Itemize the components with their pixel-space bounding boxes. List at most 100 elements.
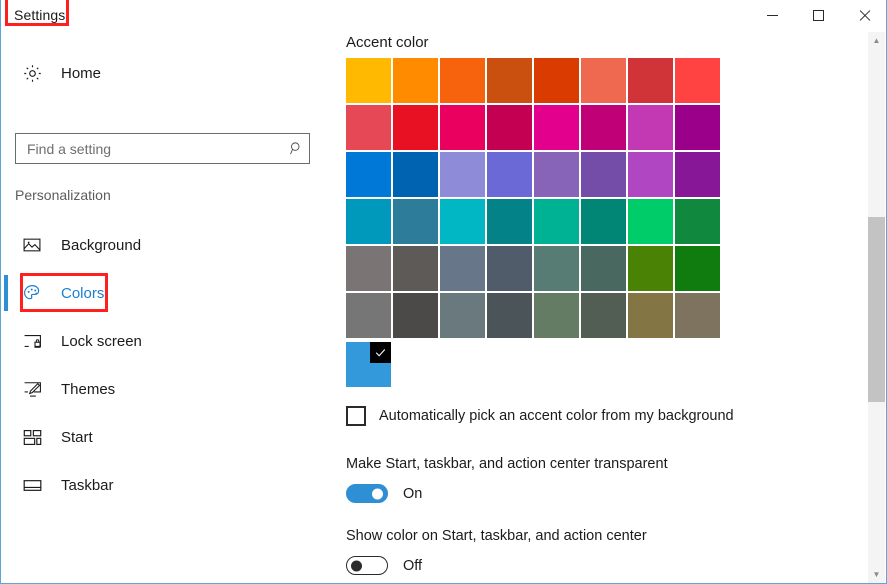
accent-swatch-r5-c4[interactable] xyxy=(487,246,532,291)
accent-swatch-r3-c8[interactable] xyxy=(675,152,720,197)
lock-screen-icon xyxy=(15,331,49,351)
accent-swatch-r3-c6[interactable] xyxy=(581,152,626,197)
accent-swatch-r4-c6[interactable] xyxy=(581,199,626,244)
accent-color-heading: Accent color xyxy=(346,34,429,51)
image-icon xyxy=(15,235,49,255)
accent-swatch-r2-c8[interactable] xyxy=(675,105,720,150)
accent-swatch-r4-c3[interactable] xyxy=(440,199,485,244)
accent-swatch-r4-c7[interactable] xyxy=(628,199,673,244)
accent-swatch-r5-c8[interactable] xyxy=(675,246,720,291)
show-color-toggle-knob xyxy=(351,560,362,571)
show-color-toggle-row: Off xyxy=(346,556,647,575)
accent-swatch-r2-c1[interactable] xyxy=(346,105,391,150)
taskbar-icon xyxy=(15,477,49,494)
minimize-button[interactable] xyxy=(749,0,795,31)
sidebar-section-label: Personalization xyxy=(15,187,111,203)
current-accent-color-swatch[interactable] xyxy=(346,342,391,387)
accent-swatch-r6-c2[interactable] xyxy=(393,293,438,338)
accent-swatch-r3-c4[interactable] xyxy=(487,152,532,197)
scrollbar-thumb[interactable] xyxy=(868,217,885,402)
accent-color-swatch-grid xyxy=(346,58,720,338)
settings-window: Settings Home Find a setting Personaliza… xyxy=(0,0,887,584)
close-icon xyxy=(858,9,871,22)
accent-swatch-r5-c1[interactable] xyxy=(346,246,391,291)
accent-swatch-r6-c3[interactable] xyxy=(440,293,485,338)
accent-swatch-r1-c6[interactable] xyxy=(581,58,626,103)
show-color-setting: Show color on Start, taskbar, and action… xyxy=(346,528,647,575)
main-content: Accent color Automatically pick an accen… xyxy=(331,32,886,583)
sidebar-item-start[interactable]: Start xyxy=(15,418,305,456)
accent-swatch-r5-c3[interactable] xyxy=(440,246,485,291)
accent-swatch-r4-c8[interactable] xyxy=(675,199,720,244)
accent-swatch-r1-c7[interactable] xyxy=(628,58,673,103)
accent-swatch-r4-c5[interactable] xyxy=(534,199,579,244)
search-box[interactable] xyxy=(15,133,310,164)
transparency-toggle-knob xyxy=(372,488,383,499)
accent-swatch-r3-c5[interactable] xyxy=(534,152,579,197)
title-bar: Settings xyxy=(1,0,886,32)
accent-swatch-r4-c4[interactable] xyxy=(487,199,532,244)
maximize-button[interactable] xyxy=(795,0,841,31)
accent-swatch-r6-c4[interactable] xyxy=(487,293,532,338)
sidebar-item-home[interactable]: Home xyxy=(15,54,305,92)
sidebar-item-background[interactable]: Background xyxy=(15,226,305,264)
close-button[interactable] xyxy=(841,0,886,31)
accent-swatch-r1-c3[interactable] xyxy=(440,58,485,103)
accent-swatch-r1-c5[interactable] xyxy=(534,58,579,103)
accent-swatch-r3-c2[interactable] xyxy=(393,152,438,197)
sidebar-selection-indicator xyxy=(4,275,8,311)
sidebar-item-lock-screen-label: Lock screen xyxy=(61,332,142,350)
window-title: Settings xyxy=(14,7,66,23)
accent-swatch-r1-c1[interactable] xyxy=(346,58,391,103)
transparency-setting-title: Make Start, taskbar, and action center t… xyxy=(346,456,668,472)
accent-swatch-r2-c3[interactable] xyxy=(440,105,485,150)
palette-icon xyxy=(15,283,49,304)
accent-swatch-r4-c2[interactable] xyxy=(393,199,438,244)
show-color-setting-title: Show color on Start, taskbar, and action… xyxy=(346,528,647,544)
accent-swatch-r4-c1[interactable] xyxy=(346,199,391,244)
accent-swatch-r1-c8[interactable] xyxy=(675,58,720,103)
auto-accent-row[interactable]: Automatically pick an accent color from … xyxy=(346,406,734,426)
accent-swatch-r2-c6[interactable] xyxy=(581,105,626,150)
accent-swatch-r6-c8[interactable] xyxy=(675,293,720,338)
search-input[interactable] xyxy=(16,140,283,157)
minimize-icon xyxy=(766,15,778,16)
accent-swatch-r5-c2[interactable] xyxy=(393,246,438,291)
sidebar-item-lock-screen[interactable]: Lock screen xyxy=(15,322,305,360)
accent-swatch-r5-c5[interactable] xyxy=(534,246,579,291)
accent-swatch-r1-c2[interactable] xyxy=(393,58,438,103)
sidebar-item-background-label: Background xyxy=(61,236,142,254)
chevron-down-icon[interactable]: ▼ xyxy=(868,566,885,583)
sidebar-item-home-label: Home xyxy=(61,64,102,82)
accent-swatch-r3-c1[interactable] xyxy=(346,152,391,197)
chevron-up-icon[interactable]: ▲ xyxy=(868,32,885,49)
themes-brush-icon xyxy=(15,379,49,399)
accent-swatch-r2-c5[interactable] xyxy=(534,105,579,150)
accent-swatch-r1-c4[interactable] xyxy=(487,58,532,103)
accent-swatch-r6-c7[interactable] xyxy=(628,293,673,338)
accent-swatch-r6-c6[interactable] xyxy=(581,293,626,338)
transparency-toggle[interactable] xyxy=(346,484,388,503)
sidebar: Home Personalization Background xyxy=(1,32,331,583)
accent-swatch-r6-c1[interactable] xyxy=(346,293,391,338)
show-color-toggle[interactable] xyxy=(346,556,388,575)
start-tiles-icon xyxy=(15,428,49,447)
check-icon xyxy=(370,342,391,363)
transparency-toggle-state: On xyxy=(403,485,423,502)
auto-accent-checkbox[interactable] xyxy=(346,406,366,426)
accent-swatch-r2-c2[interactable] xyxy=(393,105,438,150)
accent-swatch-r2-c7[interactable] xyxy=(628,105,673,150)
vertical-scrollbar[interactable]: ▲ ▼ xyxy=(868,32,885,583)
sidebar-item-taskbar[interactable]: Taskbar xyxy=(15,466,305,504)
sidebar-item-themes-label: Themes xyxy=(61,380,116,398)
accent-swatch-r3-c3[interactable] xyxy=(440,152,485,197)
accent-swatch-r2-c4[interactable] xyxy=(487,105,532,150)
accent-swatch-r5-c6[interactable] xyxy=(581,246,626,291)
accent-swatch-r6-c5[interactable] xyxy=(534,293,579,338)
gear-icon xyxy=(15,63,49,84)
accent-swatch-r5-c7[interactable] xyxy=(628,246,673,291)
accent-swatch-r3-c7[interactable] xyxy=(628,152,673,197)
sidebar-item-colors[interactable]: Colors xyxy=(15,274,305,312)
show-color-toggle-state: Off xyxy=(403,557,423,574)
sidebar-item-themes[interactable]: Themes xyxy=(15,370,305,408)
